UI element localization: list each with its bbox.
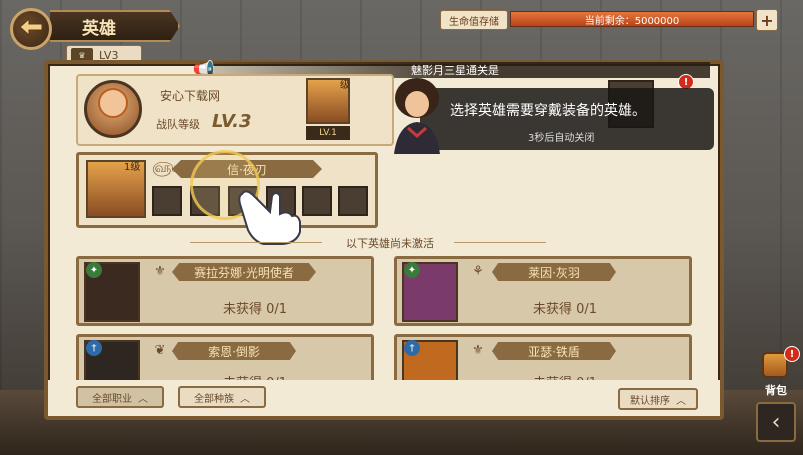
- tooltip-message: 选择英雄需要穿戴装备的英雄。: [450, 103, 646, 119]
- hero-name: 莱因·灰羽: [492, 263, 616, 281]
- sort-label: 默认排序: [630, 395, 670, 407]
- guide-character-icon: [394, 78, 440, 154]
- hero-status: 未获得 0/1: [222, 302, 288, 317]
- add-life-button[interactable]: +: [756, 9, 778, 31]
- hero-slot-tag: 级: [340, 80, 350, 91]
- hero-name: 索恩·倒影: [172, 342, 296, 360]
- class-icon: ✦: [404, 262, 420, 278]
- team-level-value: LV.3: [212, 111, 252, 132]
- hero-status: 未获得 0/1: [532, 302, 598, 317]
- chevron-up-icon: ︿: [240, 393, 250, 405]
- selected-hero-tag: 1级: [124, 162, 141, 173]
- race-icon: ⚜: [154, 263, 166, 279]
- life-remaining-text: 当前剩余：5000000: [584, 15, 680, 27]
- equip-slot[interactable]: [338, 186, 368, 216]
- hero-name: 赛拉芬娜·光明使者: [172, 263, 316, 281]
- bag-alert-badge: !: [784, 346, 800, 362]
- hero-status: 未获得 0/1: [490, 372, 640, 380]
- chevron-up-icon: ︿: [138, 393, 148, 405]
- sort-button[interactable]: 默认排序 ︿: [618, 388, 698, 410]
- equip-slot[interactable]: [302, 186, 332, 216]
- race-filter-button[interactable]: 全部种族 ︿: [178, 386, 266, 408]
- chevron-up-icon: ︿: [676, 395, 686, 407]
- tooltip-autoclose: 3秒后自动关闭: [528, 133, 595, 144]
- avatar-face-icon: [98, 88, 128, 118]
- page-title: 英雄: [82, 18, 116, 39]
- equip-slot[interactable]: [152, 186, 182, 216]
- class-icon: ✦: [86, 262, 102, 278]
- race-icon: ⚜: [472, 342, 484, 358]
- class-filter-button[interactable]: 全部职业 ︿: [76, 386, 164, 408]
- team-level-label: 战队等级: [156, 118, 200, 131]
- user-name: 安心下载网: [160, 89, 221, 103]
- life-storage-bar: 当前剩余：5000000: [510, 11, 754, 27]
- page-title-plate: 英雄: [50, 10, 180, 42]
- hero-slot-level: LV.1: [306, 126, 350, 140]
- inactive-heroes-label: 以下英雄尚未激活: [346, 237, 434, 250]
- life-storage-label: 生命值存储: [440, 10, 508, 30]
- bag-label: 背包: [765, 384, 787, 397]
- race-icon: ⚘: [472, 263, 484, 279]
- divider-left: [190, 242, 322, 243]
- class-icon: †: [86, 340, 102, 356]
- race-filter-label: 全部种族: [194, 393, 234, 405]
- chevron-left-icon: ‹: [771, 409, 781, 435]
- back-button[interactable]: [10, 8, 52, 50]
- pointing-hand-icon: [238, 190, 301, 245]
- class-filter-label: 全部职业: [92, 393, 132, 405]
- back-arrow-icon: [18, 14, 44, 44]
- class-icon: †: [404, 340, 420, 356]
- hero-status: 未获得 0/1: [180, 372, 330, 380]
- spiral-icon: ௵: [152, 160, 177, 176]
- side-panel-toggle-button[interactable]: ‹: [756, 402, 796, 442]
- divider-right: [454, 242, 546, 243]
- race-icon: ❦: [154, 342, 166, 358]
- hero-name: 亚瑟·铁盾: [492, 342, 616, 360]
